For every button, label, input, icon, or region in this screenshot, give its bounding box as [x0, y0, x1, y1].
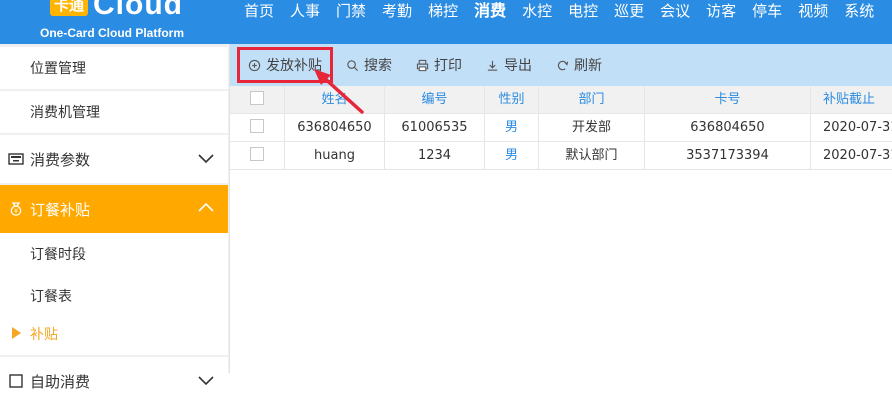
- logo-mark: 卡通: [50, 0, 88, 16]
- nav-item-home[interactable]: 首页: [236, 0, 282, 26]
- cell-sex: 男: [485, 142, 539, 169]
- search-icon: [347, 59, 359, 71]
- nav-item-access[interactable]: 门禁: [328, 0, 374, 26]
- main-nav: 首页 人事 门禁 考勤 梯控 消费 水控 电控 巡更 会议 访客 停车 视频 系…: [236, 0, 882, 26]
- button-label: 发放补贴: [266, 58, 322, 74]
- nav-item-parking[interactable]: 停车: [744, 0, 790, 26]
- sidebar-item-meal-periods[interactable]: 订餐时段: [0, 233, 228, 275]
- cell-id: 1234: [385, 142, 485, 169]
- row-checkbox[interactable]: [250, 119, 264, 133]
- sidebar-group-meal-subsidy[interactable]: ¥ 订餐补贴: [0, 185, 228, 233]
- nav-item-power[interactable]: 电控: [560, 0, 606, 26]
- row-select-cell: [230, 114, 285, 141]
- table-row[interactable]: 636804650 61006535 男 开发部 636804650 2020-…: [230, 114, 892, 142]
- nav-item-system[interactable]: 系统: [836, 0, 882, 26]
- subsidy-table: 姓名 编号 性别 部门 卡号 补贴截止 636804650 61006535 男…: [230, 86, 892, 170]
- sidebar-item-label: 消费机管理: [30, 105, 100, 121]
- keyboard-icon: [8, 153, 24, 165]
- sidebar-item-meal-table[interactable]: 订餐表: [0, 275, 228, 317]
- sidebar-item-location[interactable]: 位置管理: [0, 47, 228, 89]
- refresh-button[interactable]: 刷新: [548, 50, 610, 80]
- column-header-sex[interactable]: 性别: [485, 86, 539, 113]
- nav-item-visitor[interactable]: 访客: [698, 0, 744, 26]
- logo[interactable]: 卡通 Cloud One-Card Cloud Platform: [0, 0, 230, 44]
- refresh-icon: [557, 60, 569, 70]
- nav-item-water[interactable]: 水控: [514, 0, 560, 26]
- sidebar: 位置管理 消费机管理 消费参数 ¥ 订餐补贴 订餐时段 订餐表 补贴 自助消费: [0, 44, 230, 405]
- cell-dept: 开发部: [539, 114, 645, 141]
- terminal-icon: [9, 374, 23, 388]
- column-header-name[interactable]: 姓名: [285, 86, 385, 113]
- sidebar-group-label: 自助消费: [30, 372, 91, 391]
- sidebar-item-subsidy[interactable]: 补贴: [0, 313, 228, 355]
- sidebar-group-label: 消费参数: [30, 150, 91, 169]
- cell-card: 3537173394: [645, 142, 811, 169]
- nav-item-elevator[interactable]: 梯控: [420, 0, 466, 26]
- nav-item-meeting[interactable]: 会议: [652, 0, 698, 26]
- nav-item-personnel[interactable]: 人事: [282, 0, 328, 26]
- nav-item-attendance[interactable]: 考勤: [374, 0, 420, 26]
- logo-word: Cloud: [93, 0, 183, 21]
- cell-sex: 男: [485, 114, 539, 141]
- search-button[interactable]: 搜索: [338, 50, 400, 80]
- chevron-up-icon: [198, 202, 214, 212]
- current-pointer-icon: [12, 327, 21, 339]
- chevron-down-icon: [198, 154, 214, 164]
- money-bag-icon: ¥: [10, 202, 22, 216]
- export-button[interactable]: 导出: [478, 50, 540, 80]
- sidebar-group-consumption-params[interactable]: 消费参数: [0, 135, 228, 183]
- chevron-down-icon: [198, 376, 214, 386]
- cell-dept: 默认部门: [539, 142, 645, 169]
- sidebar-item-consumer-machines[interactable]: 消费机管理: [0, 91, 228, 133]
- svg-text:¥: ¥: [14, 208, 18, 215]
- cell-id: 61006535: [385, 114, 485, 141]
- nav-item-patrol[interactable]: 巡更: [606, 0, 652, 26]
- button-label: 刷新: [574, 58, 602, 74]
- column-header-id[interactable]: 编号: [385, 86, 485, 113]
- sidebar-group-self-service[interactable]: 自助消费: [0, 357, 228, 405]
- table-header: 姓名 编号 性别 部门 卡号 补贴截止: [230, 86, 892, 114]
- button-label: 导出: [504, 58, 532, 74]
- sidebar-item-label: 订餐时段: [30, 247, 86, 263]
- cell-card: 636804650: [645, 114, 811, 141]
- column-header-deadline[interactable]: 补贴截止: [811, 86, 892, 113]
- column-header-card[interactable]: 卡号: [645, 86, 811, 113]
- select-all-cell: [230, 86, 285, 113]
- download-icon: [487, 60, 498, 71]
- cell-name: 636804650: [285, 114, 385, 141]
- sidebar-item-label: 补贴: [30, 327, 58, 343]
- issue-subsidy-button[interactable]: 发放补贴: [237, 47, 333, 83]
- plus-circle-icon: [248, 59, 261, 71]
- table-row[interactable]: huang 1234 男 默认部门 3537173394 2020-07-31 …: [230, 142, 892, 170]
- sidebar-item-label: 位置管理: [30, 61, 86, 77]
- button-label: 搜索: [364, 58, 392, 74]
- logo-subtitle: One-Card Cloud Platform: [40, 26, 185, 40]
- cell-deadline: 2020-07-31 0: [823, 120, 892, 135]
- select-all-checkbox[interactable]: [250, 91, 264, 105]
- column-header-dept[interactable]: 部门: [539, 86, 645, 113]
- nav-item-consumption[interactable]: 消费: [466, 0, 514, 26]
- print-icon: [416, 59, 429, 71]
- cell-name: huang: [285, 142, 385, 169]
- toolbar: 发放补贴 搜索 打印 导出 刷新: [230, 44, 892, 86]
- row-checkbox[interactable]: [250, 147, 264, 161]
- top-bar: 卡通 Cloud One-Card Cloud Platform 首页 人事 门…: [0, 0, 892, 44]
- cell-deadline: 2020-07-31 0: [823, 148, 892, 163]
- row-select-cell: [230, 142, 285, 169]
- sidebar-group-label: 订餐补贴: [30, 200, 91, 219]
- nav-item-video[interactable]: 视频: [790, 0, 836, 26]
- sidebar-item-label: 订餐表: [30, 289, 72, 305]
- print-button[interactable]: 打印: [408, 50, 470, 80]
- button-label: 打印: [434, 58, 462, 74]
